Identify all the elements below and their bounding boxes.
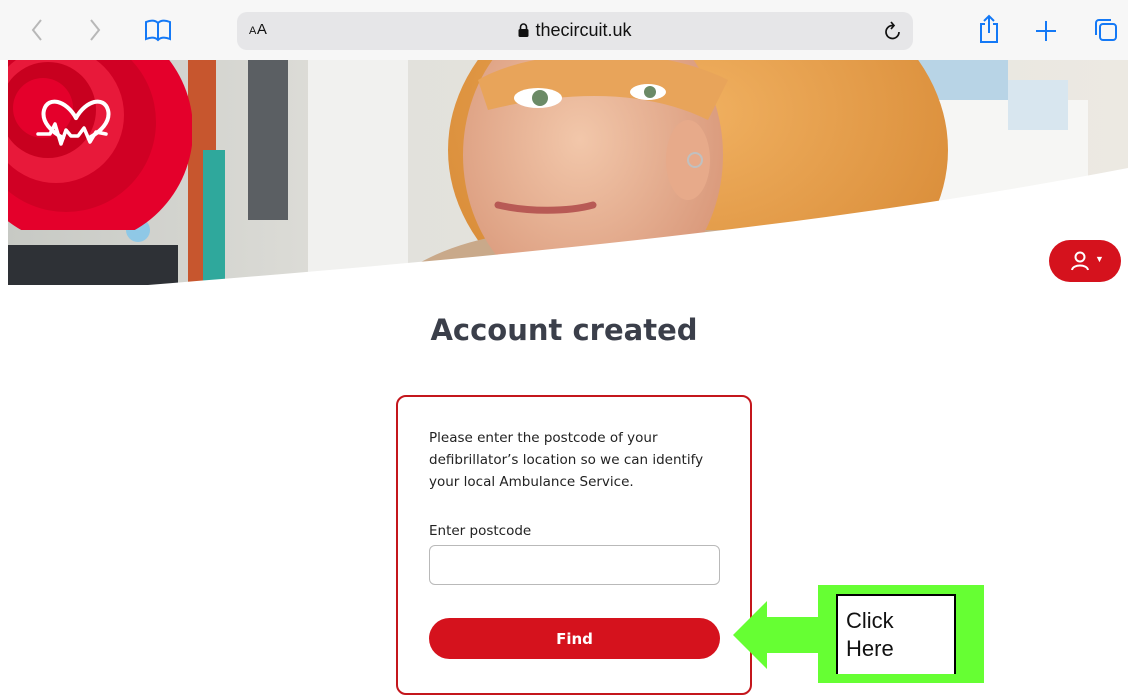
caret-down-icon: ▼ <box>1095 254 1104 264</box>
annotation-callout: Click Here <box>818 585 984 683</box>
postcode-card: Please enter the postcode of your defibr… <box>396 395 752 695</box>
new-tab-icon[interactable] <box>1035 20 1057 42</box>
url-text: thecircuit.uk <box>535 20 632 40</box>
tabs-icon[interactable] <box>1094 18 1118 42</box>
browser-toolbar: AA thecircuit.uk <box>0 0 1128 60</box>
bhf-logo-button[interactable] <box>8 60 192 230</box>
share-icon[interactable] <box>977 14 1001 44</box>
address-bar[interactable]: AA thecircuit.uk <box>237 12 913 50</box>
intro-text: Please enter the postcode of your defibr… <box>429 430 704 490</box>
user-icon <box>1071 251 1089 271</box>
postcode-input[interactable] <box>429 545 720 585</box>
page-title: Account created <box>430 313 698 347</box>
account-menu-button[interactable]: ▼ <box>1049 240 1121 282</box>
find-button[interactable]: Find <box>429 618 720 659</box>
postcode-label: Enter postcode <box>429 523 532 539</box>
forward-icon[interactable] <box>88 14 102 46</box>
lock-icon <box>518 23 529 37</box>
arrow-left-icon <box>733 601 825 669</box>
back-icon[interactable] <box>30 14 44 46</box>
annotation-text: Click Here <box>846 608 894 661</box>
bookmarks-icon[interactable] <box>144 18 172 42</box>
reload-icon[interactable] <box>883 20 903 42</box>
